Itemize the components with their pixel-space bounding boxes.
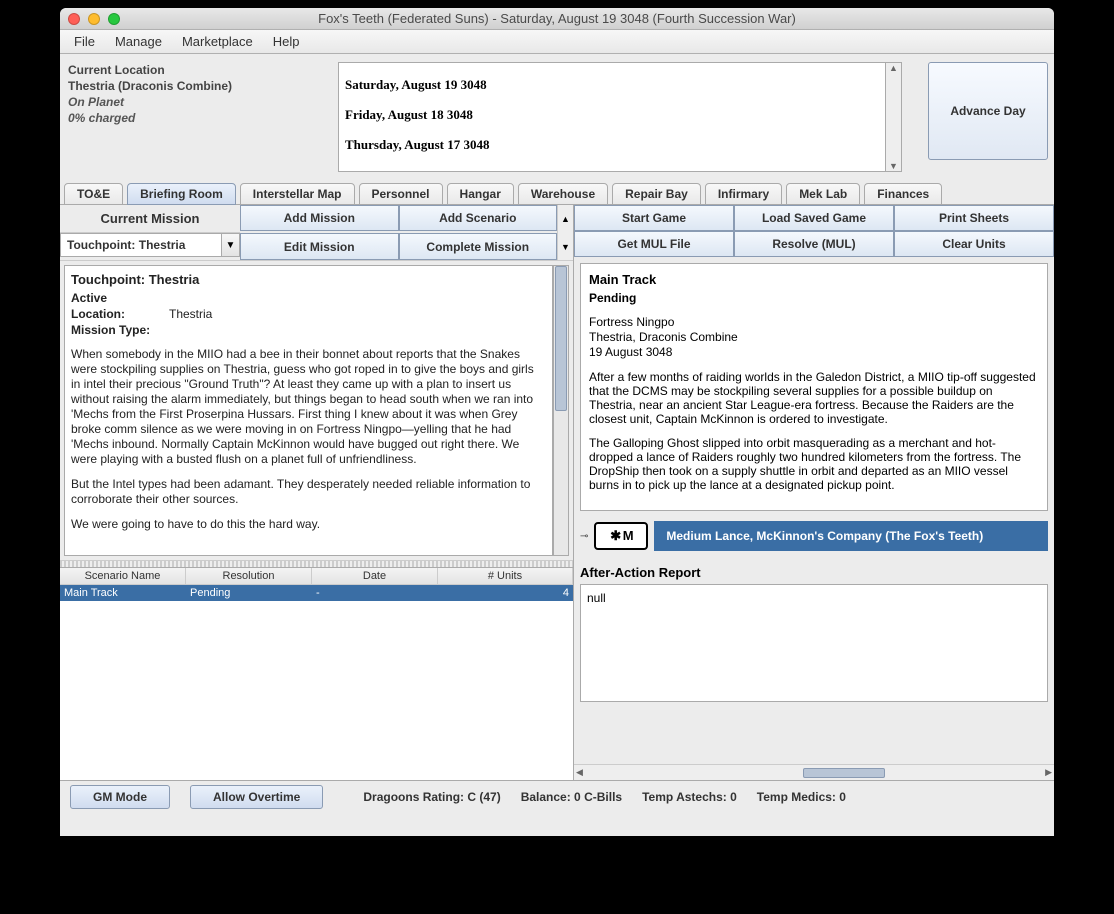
- allow-overtime-button[interactable]: Allow Overtime: [190, 785, 323, 809]
- print-sheets-button[interactable]: Print Sheets: [894, 205, 1054, 231]
- scroll-up-icon[interactable]: ▲: [889, 63, 898, 73]
- table-row[interactable]: Main Track Pending - 4: [60, 585, 573, 601]
- menubar: File Manage Marketplace Help: [60, 30, 1054, 54]
- horizontal-scrollbar[interactable]: ◀ ▶: [574, 764, 1054, 780]
- load-saved-game-button[interactable]: Load Saved Game: [734, 205, 894, 231]
- location-charge: 0% charged: [68, 110, 330, 126]
- tab-toe[interactable]: TO&E: [64, 183, 123, 205]
- scroll-down-icon[interactable]: ▼: [889, 161, 898, 171]
- date-log: Saturday, August 19 3048 Friday, August …: [338, 62, 902, 172]
- col-scenario-name[interactable]: Scenario Name: [60, 568, 186, 584]
- location-value: Thestria (Draconis Combine): [68, 78, 330, 94]
- main-tabs: TO&E Briefing Room Interstellar Map Pers…: [60, 182, 1054, 204]
- edit-mission-button[interactable]: Edit Mission: [240, 233, 399, 260]
- gm-mode-button[interactable]: GM Mode: [70, 785, 170, 809]
- menu-file[interactable]: File: [64, 34, 105, 49]
- close-icon[interactable]: [68, 13, 80, 25]
- chevron-down-icon[interactable]: ▼: [221, 234, 239, 256]
- scroll-down-icon[interactable]: ▼: [557, 233, 573, 260]
- location-label: Current Location: [68, 62, 330, 78]
- scrollbar[interactable]: [553, 265, 569, 556]
- tab-finances[interactable]: Finances: [864, 183, 942, 205]
- clear-units-button[interactable]: Clear Units: [894, 231, 1054, 257]
- tree-handle-icon[interactable]: ⊸: [580, 531, 588, 542]
- lance-row[interactable]: ⊸ ✱ M Medium Lance, McKinnon's Company (…: [580, 521, 1048, 551]
- briefing-status: Active: [71, 291, 546, 305]
- scroll-left-icon[interactable]: ◀: [576, 767, 583, 778]
- briefing-title: Touchpoint: Thestria: [71, 272, 546, 287]
- scrollbar[interactable]: ▲▼: [886, 62, 902, 172]
- menu-help[interactable]: Help: [263, 34, 310, 49]
- tab-repair-bay[interactable]: Repair Bay: [612, 183, 701, 205]
- tab-briefing-room[interactable]: Briefing Room: [127, 183, 236, 205]
- mission-select[interactable]: Touchpoint: Thestria ▼: [60, 233, 240, 257]
- briefing-paragraph: We were going to have to do this the har…: [71, 517, 546, 532]
- briefing-paragraph: But the Intel types had been adamant. Th…: [71, 477, 546, 507]
- track-paragraph: After a few months of raiding worlds in …: [589, 370, 1039, 426]
- scroll-thumb[interactable]: [803, 768, 885, 778]
- lance-label[interactable]: Medium Lance, McKinnon's Company (The Fo…: [654, 521, 1048, 551]
- lance-type-icon: ✱ M: [594, 522, 648, 550]
- track-meta: Fortress Ningpo Thestria, Draconis Combi…: [589, 315, 1039, 360]
- col-units[interactable]: # Units: [438, 568, 573, 584]
- location-block: Current Location Thestria (Draconis Comb…: [66, 62, 330, 172]
- scenario-table: Scenario Name Resolution Date # Units Ma…: [60, 567, 573, 780]
- scroll-right-icon[interactable]: ▶: [1045, 767, 1052, 778]
- track-title: Main Track: [589, 272, 1039, 287]
- tab-warehouse[interactable]: Warehouse: [518, 183, 608, 205]
- tab-personnel[interactable]: Personnel: [359, 183, 443, 205]
- col-date[interactable]: Date: [312, 568, 438, 584]
- track-info: Main Track Pending Fortress Ningpo Thest…: [580, 263, 1048, 511]
- tab-hangar[interactable]: Hangar: [447, 183, 514, 205]
- tab-mek-lab[interactable]: Mek Lab: [786, 183, 860, 205]
- track-paragraph: The Galloping Ghost slipped into orbit m…: [589, 436, 1039, 492]
- date-entry: Friday, August 18 3048: [345, 107, 879, 123]
- advance-day-button[interactable]: Advance Day: [928, 62, 1048, 160]
- date-entry: Saturday, August 19 3048: [345, 77, 879, 93]
- tab-infirmary[interactable]: Infirmary: [705, 183, 782, 205]
- window-title: Fox's Teeth (Federated Suns) - Saturday,…: [60, 11, 1054, 26]
- scroll-thumb[interactable]: [555, 266, 567, 411]
- mission-select-value: Touchpoint: Thestria: [61, 238, 221, 252]
- menu-marketplace[interactable]: Marketplace: [172, 34, 263, 49]
- aar-label: After-Action Report: [580, 565, 1048, 580]
- minimize-icon[interactable]: [88, 13, 100, 25]
- location-status: On Planet: [68, 94, 330, 110]
- complete-mission-button[interactable]: Complete Mission: [399, 233, 558, 260]
- col-resolution[interactable]: Resolution: [186, 568, 312, 584]
- aar-box: null: [580, 584, 1048, 702]
- temp-medics: Temp Medics: 0: [757, 790, 846, 804]
- tab-interstellar-map[interactable]: Interstellar Map: [240, 183, 355, 205]
- menu-manage[interactable]: Manage: [105, 34, 172, 49]
- start-game-button[interactable]: Start Game: [574, 205, 734, 231]
- get-mul-button[interactable]: Get MUL File: [574, 231, 734, 257]
- briefing-type: Mission Type:: [71, 323, 546, 337]
- temp-astechs: Temp Astechs: 0: [642, 790, 737, 804]
- zoom-icon[interactable]: [108, 13, 120, 25]
- current-mission-header: Current Mission: [60, 205, 240, 233]
- scroll-up-icon[interactable]: ▲: [557, 205, 573, 233]
- date-log-text[interactable]: Saturday, August 19 3048 Friday, August …: [338, 62, 886, 172]
- briefing-location: Location:Thestria: [71, 307, 546, 321]
- date-entry: Thursday, August 17 3048: [345, 137, 879, 153]
- add-scenario-button[interactable]: Add Scenario: [399, 205, 558, 231]
- titlebar: Fox's Teeth (Federated Suns) - Saturday,…: [60, 8, 1054, 30]
- dragoons-rating: Dragoons Rating: C (47): [363, 790, 500, 804]
- aar-value: null: [587, 591, 606, 605]
- status-bar: GM Mode Allow Overtime Dragoons Rating: …: [60, 780, 1054, 812]
- briefing-panel: Touchpoint: Thestria Active Location:The…: [64, 265, 553, 556]
- track-status: Pending: [589, 291, 1039, 305]
- resolve-mul-button[interactable]: Resolve (MUL): [734, 231, 894, 257]
- balance: Balance: 0 C-Bills: [521, 790, 622, 804]
- briefing-paragraph: When somebody in the MIIO had a bee in t…: [71, 347, 546, 467]
- add-mission-button[interactable]: Add Mission: [240, 205, 399, 231]
- track-panel: Main Track Pending Fortress Ningpo Thest…: [574, 257, 1054, 764]
